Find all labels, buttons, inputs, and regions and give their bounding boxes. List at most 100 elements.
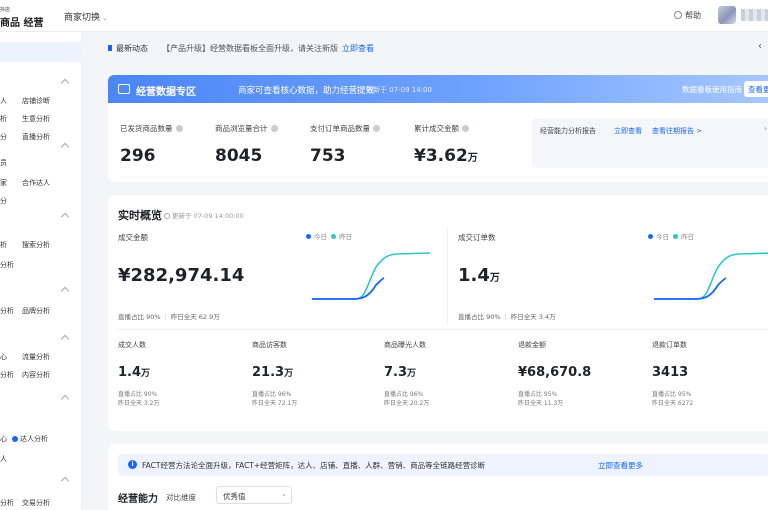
kpi-total-gmv[interactable]: 累计成交金额 ¥3.62万 [414, 123, 478, 166]
kpi-item-views[interactable]: 商品浏览量合计 8045 [215, 123, 278, 166]
chevron-up-icon[interactable] [60, 142, 70, 152]
dot-icon [12, 436, 18, 442]
question-icon[interactable] [175, 125, 183, 132]
sidebar-item[interactable]: 员 [0, 158, 7, 168]
banner-guide-link[interactable]: 数据看板使用指南 [682, 84, 742, 95]
chevron-right-icon[interactable]: › [764, 124, 767, 133]
sidebar-item[interactable]: 家 [0, 178, 7, 188]
sidebar-item[interactable]: 分析 [0, 306, 14, 316]
chevron-up-icon[interactable] [60, 394, 70, 404]
metric-yesterday: 昨日全天 6272 [652, 400, 694, 407]
metric-visitors[interactable]: 商品访客数 21.3万 直播占比 96% 昨日全天 72.1万 [252, 340, 297, 408]
shop-switch-label: 商家切换 [64, 13, 101, 23]
today-dot-icon [648, 234, 653, 239]
sidebar-item[interactable]: 内容分析 [22, 370, 50, 380]
sidebar-item[interactable]: 心 [0, 434, 7, 444]
sidebar-active-item[interactable] [0, 42, 82, 62]
legend-yesterday: 昨日 [681, 233, 695, 241]
horizontal-divider [118, 329, 768, 330]
realtime-overview-card: 实时概览 更新于 07-09 14:00:00 成交金额 ¥282,974.14… [108, 195, 768, 431]
news-bar: 最新动态 【产品升级】经营数据看板全面升级，请关注新版 立即查看 [108, 43, 374, 54]
kpi-shipped-items[interactable]: 已发货商品数量 296 [120, 123, 183, 166]
chevron-up-icon[interactable] [60, 212, 70, 222]
question-icon[interactable] [462, 125, 469, 132]
sidebar-item[interactable]: 析 [0, 114, 7, 124]
account-name-blurred[interactable] [741, 9, 768, 21]
sidebar-item[interactable]: 交易分析 [22, 498, 50, 508]
kpi-paid-items[interactable]: 支付订单商品数量 753 [310, 123, 380, 166]
realtime-update-text: 更新于 07-09 14:00:00 [172, 212, 244, 220]
metric-refund-amount[interactable]: 退款金额 ¥68,670.8 直播占比 95% 昨日全天 11.3万 [518, 340, 591, 408]
sidebar-item[interactable]: 析 [0, 240, 7, 250]
sidebar: 人 店铺诊断 析 生意分析 分 直播分析 员 家 合作达人 分 析 搜索分析 分… [0, 32, 82, 510]
monitor-icon [118, 84, 130, 94]
notice-bar: i FACT经营方法论全面升级，FACT+经营矩阵，达人、店铺、直播、人群、营销… [118, 454, 768, 476]
kpi-value: 753 [310, 146, 346, 166]
sidebar-item[interactable]: 人 [0, 454, 7, 464]
metric-value: 7.3 [384, 365, 408, 380]
news-link[interactable]: 立即查看 [342, 44, 374, 53]
report-box: 经营能力分析报告 立即查看 查看往期报告 > › [532, 118, 768, 168]
chevron-up-icon[interactable] [60, 78, 70, 88]
metric-exposure[interactable]: 商品曝光人数 7.3万 直播占比 96% 昨日全天 20.2万 [384, 340, 429, 408]
banner-title: 经营数据专区 [136, 87, 196, 98]
sidebar-item[interactable]: 生意分析 [22, 114, 50, 124]
sidebar-item[interactable]: 分析 [0, 498, 14, 508]
gmv-label: 成交金额 [118, 233, 148, 242]
sidebar-item[interactable]: 心 [0, 352, 7, 362]
sidebar-item[interactable]: 分析 [0, 370, 14, 380]
sidebar-item-active[interactable]: 达人分析 [12, 434, 48, 444]
metric-refund-orders[interactable]: 退款订单数 3413 直播占比 95% 昨日全天 6272 [652, 340, 693, 408]
compare-select[interactable]: 优秀值 ⌄ [216, 486, 292, 504]
avatar[interactable] [718, 6, 736, 24]
metric-value: 3413 [652, 365, 689, 380]
question-icon[interactable] [373, 125, 380, 132]
chevron-up-icon[interactable] [60, 476, 70, 486]
kpi-label: 累计成交金额 [414, 124, 459, 133]
chevron-left-icon[interactable]: ‹ [758, 41, 762, 52]
report-text: 经营能力分析报告 [540, 127, 596, 135]
pin-icon [108, 45, 112, 51]
metric-label: 商品曝光人数 [384, 341, 426, 349]
data-zone-banner: 经营数据专区 商家可查看核心数据，助力经营提效 更新于 07-09 14:00 … [108, 75, 768, 103]
sidebar-item[interactable]: 分 [0, 132, 7, 142]
chevron-up-icon[interactable] [60, 286, 70, 296]
sidebar-item[interactable]: 流量分析 [22, 352, 50, 362]
gmv-live-share: 直播占比 90% [118, 313, 161, 321]
metric-live-share: 直播占比 96% [384, 391, 424, 398]
metric-buyers[interactable]: 成交人数 1.4万 直播占比 90% 昨日全天 3.2万 [118, 340, 159, 408]
sidebar-item[interactable]: 搜索分析 [22, 240, 50, 250]
sidebar-item[interactable]: 品牌分析 [22, 306, 50, 316]
compare-label: 对比维度 [166, 493, 196, 502]
orders-value: 1.4万 [458, 265, 500, 286]
report-view-link[interactable]: 立即查看 [614, 126, 642, 136]
legend-today: 今日 [656, 233, 669, 241]
metric-value: 21.3 [252, 365, 285, 380]
kpi-label: 商品浏览量合计 [215, 124, 268, 133]
help-link[interactable]: 帮助 [674, 10, 701, 21]
metric-unit: 万 [284, 369, 294, 379]
orders-subtext: 直播占比 90% | 昨日全天 3.4万 [458, 311, 556, 321]
gmv-yesterday: 昨日全天 62.9万 [170, 313, 220, 321]
chevron-up-icon[interactable] [60, 334, 70, 344]
question-icon[interactable] [270, 125, 278, 132]
shop-switch-dropdown[interactable]: 商家切换 ⌄ [64, 10, 108, 23]
banner-update-time: 更新于 07-09 14:00 [366, 86, 432, 94]
sidebar-item[interactable]: 直播分析 [22, 132, 50, 142]
orders-yesterday-line [654, 252, 768, 300]
kpi-label: 已发货商品数量 [120, 124, 173, 133]
notice-link[interactable]: 立即查看更多 [598, 460, 643, 471]
sidebar-item[interactable]: 合作达人 [22, 178, 50, 188]
notice-text: FACT经营方法论全面升级，FACT+经营矩阵，达人、店铺、直播、人群、营销、商… [142, 461, 486, 470]
today-dot-icon [306, 234, 311, 239]
sidebar-item[interactable]: 人 [0, 96, 7, 106]
sidebar-item[interactable]: 分析 [0, 260, 14, 270]
sidebar-item[interactable]: 分 [0, 196, 7, 206]
gmv-today-line [312, 277, 385, 300]
legend-today: 今日 [314, 233, 327, 241]
report-history-link[interactable]: 查看往期报告 > [652, 126, 702, 136]
orders-label: 成交订单数 [458, 233, 496, 242]
banner-more-button[interactable]: 查看更多 [744, 81, 768, 97]
sidebar-item[interactable]: 店铺诊断 [22, 96, 50, 106]
metric-live-share: 直播占比 95% [518, 391, 558, 398]
